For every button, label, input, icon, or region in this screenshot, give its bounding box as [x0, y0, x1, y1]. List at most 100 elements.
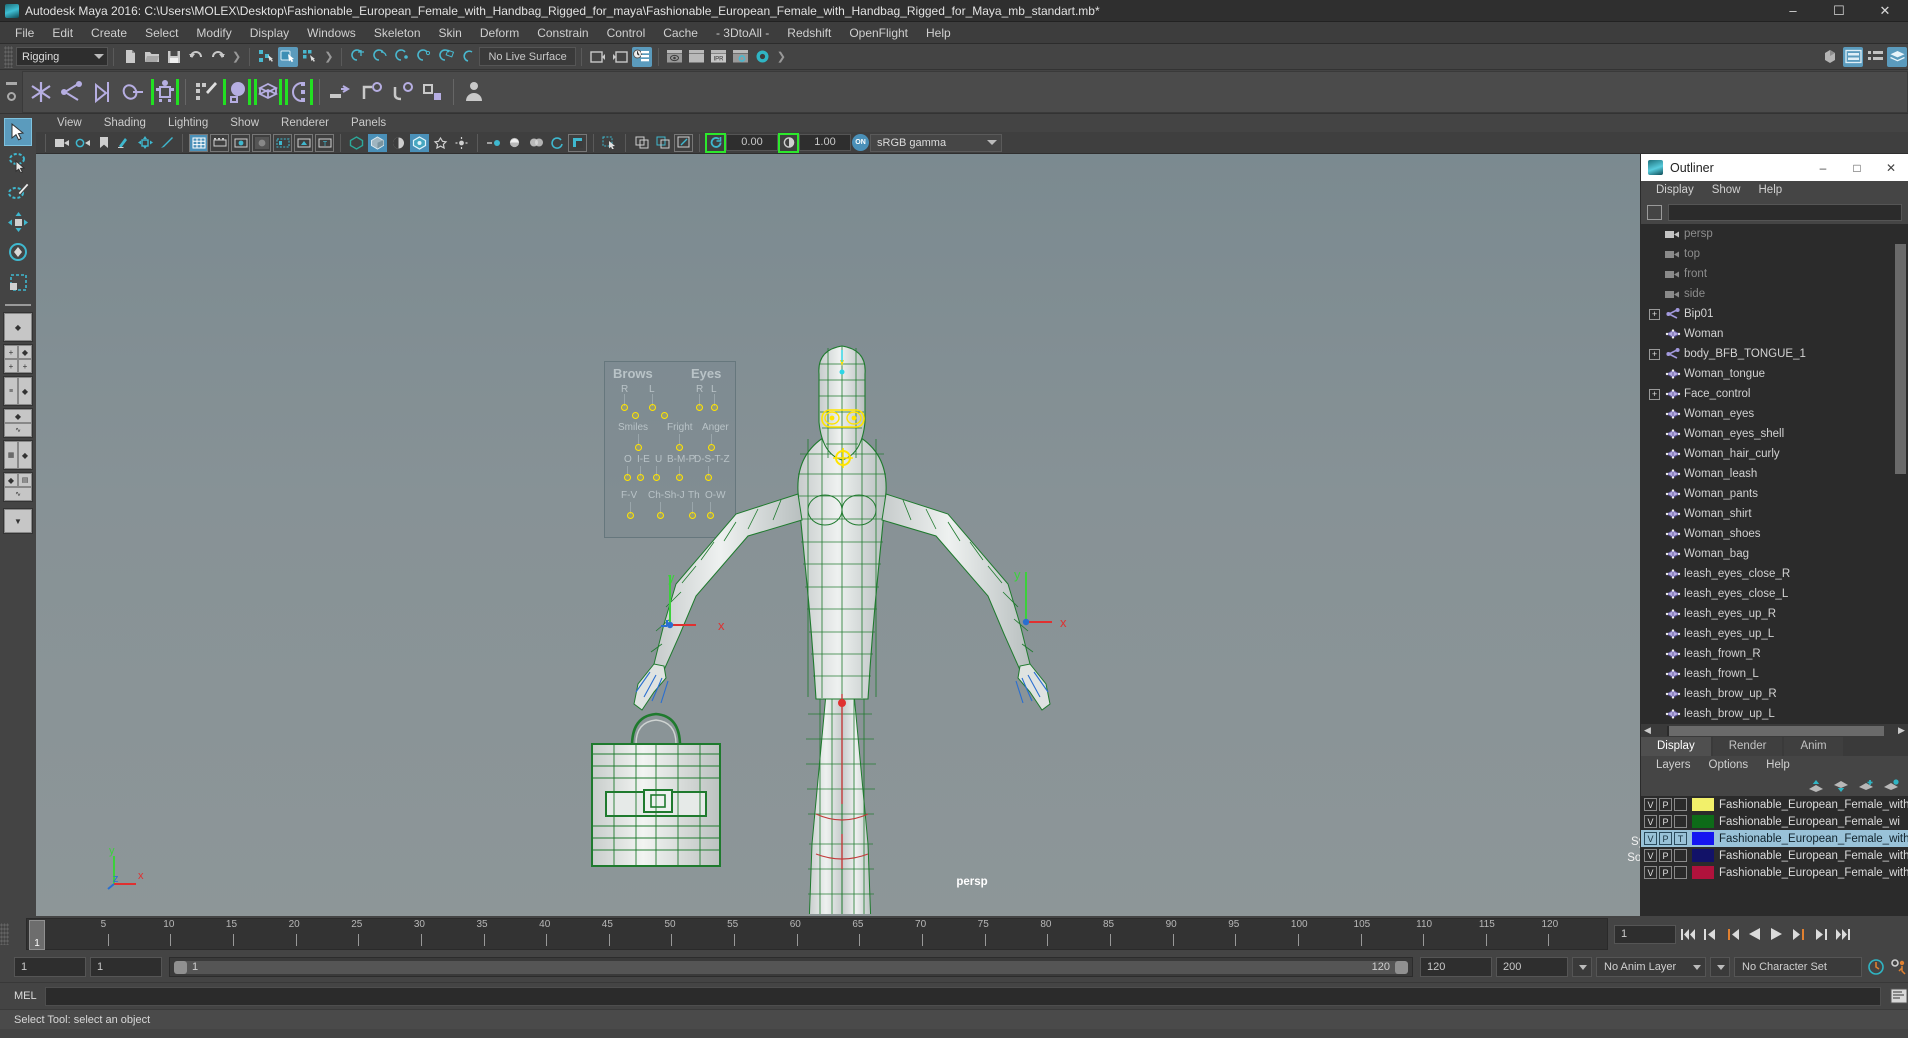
layer-row[interactable]: V P Fashionable_European_Female_with [1641, 864, 1908, 881]
layer-row[interactable]: V P Fashionable_European_Female_with [1641, 847, 1908, 864]
outliner-item[interactable]: Woman_bag [1641, 544, 1908, 564]
color-management-toggle-icon[interactable]: ON [852, 134, 869, 151]
xray-joints-icon[interactable] [294, 133, 313, 152]
layer-row[interactable]: V P T Fashionable_European_Female_with [1641, 830, 1908, 847]
shelf-options[interactable] [0, 71, 22, 113]
snap-to-point-icon[interactable] [392, 47, 412, 67]
use-all-lights-icon[interactable] [410, 133, 429, 152]
rotate-tool-button[interactable] [4, 238, 32, 266]
layer-color-swatch[interactable] [1692, 815, 1714, 828]
outliner-maximize-button[interactable]: □ [1840, 154, 1874, 181]
xray-active-components-icon[interactable]: T [315, 133, 334, 152]
outliner-item[interactable]: Woman_pants [1641, 484, 1908, 504]
film-gate-icon[interactable] [210, 133, 229, 152]
move-layer-down-icon[interactable] [1833, 779, 1850, 793]
menu-windows[interactable]: Windows [298, 22, 365, 44]
layer-p-toggle[interactable]: P [1659, 815, 1672, 828]
parent-constraint-icon[interactable] [325, 75, 355, 109]
panel-menu-show[interactable]: Show [219, 114, 270, 132]
menu-deform[interactable]: Deform [471, 22, 528, 44]
cluster-deform-icon[interactable] [284, 75, 314, 109]
layer-tab-render[interactable]: Render [1712, 737, 1783, 756]
go-to-start-button[interactable] [1679, 923, 1698, 945]
insert-joint-tool-icon[interactable] [119, 75, 149, 109]
layer-p-toggle[interactable]: P [1659, 849, 1672, 862]
new-layer-icon[interactable] [1858, 779, 1875, 793]
smooth-shade-selected-icon[interactable] [389, 134, 408, 152]
ik-handle-tool-icon[interactable] [57, 75, 87, 109]
layer-tab-display[interactable]: Display [1641, 737, 1711, 756]
range-options-dropdown[interactable] [1572, 957, 1592, 977]
layer-v-toggle[interactable]: V [1644, 849, 1657, 862]
bind-skin-icon[interactable] [150, 75, 180, 109]
menu-display[interactable]: Display [241, 22, 298, 44]
show-hide-modeling-toolkit-icon[interactable] [1821, 47, 1841, 67]
menu-select[interactable]: Select [136, 22, 187, 44]
outliner-item[interactable]: leash_frown_R [1641, 644, 1908, 664]
wireframe-shading-icon[interactable] [347, 134, 366, 152]
outliner-item[interactable]: leash_brow_up_L [1641, 704, 1908, 724]
grease-pencil-icon[interactable] [157, 134, 176, 152]
outliner-item[interactable]: + Bip01 [1641, 304, 1908, 324]
isolate-select-icon[interactable] [568, 133, 587, 152]
ik-spline-handle-icon[interactable] [88, 75, 118, 109]
outliner-item[interactable]: leash_eyes_close_L [1641, 584, 1908, 604]
layer-v-toggle[interactable]: V [1644, 815, 1657, 828]
time-slider-track[interactable]: 1 5 10 15 20 25 30 35 40 45 50 55 60 65 70 75 80 85 90 95 1… [26, 918, 1608, 950]
viewport-refresh-icon[interactable] [547, 134, 566, 152]
playback-end-field[interactable]: 120 [1420, 957, 1492, 977]
color-space-selector[interactable]: sRGB gamma [870, 133, 1002, 152]
point-constraint-icon[interactable] [356, 75, 386, 109]
maximize-button[interactable]: ☐ [1816, 0, 1862, 21]
layer-p-toggle[interactable]: P [1659, 798, 1672, 811]
layer-t-toggle[interactable] [1674, 866, 1687, 879]
multisample-aa-icon[interactable] [505, 134, 524, 152]
layer-color-swatch[interactable] [1692, 849, 1714, 862]
new-scene-icon[interactable] [120, 47, 140, 67]
menu-create[interactable]: Create [82, 22, 136, 44]
lasso-tool-button[interactable] [4, 148, 32, 176]
close-button[interactable]: ✕ [1862, 0, 1908, 21]
select-by-component-icon[interactable] [300, 47, 320, 67]
move-tool-button[interactable] [4, 208, 32, 236]
outliner-vertical-scrollbar[interactable] [1895, 226, 1906, 710]
statusline-expand-3[interactable]: ❯ [774, 50, 789, 63]
outliner-item[interactable]: + body_BFB_TONGUE_1 [1641, 344, 1908, 364]
show-hide-attribute-editor-icon[interactable] [1843, 46, 1863, 67]
open-scene-icon[interactable] [142, 47, 162, 67]
step-forward-key-button[interactable] [1789, 923, 1808, 945]
outliner-close-button[interactable]: ✕ [1874, 154, 1908, 181]
outliner-item[interactable]: side [1641, 284, 1908, 304]
layer-t-toggle[interactable] [1674, 849, 1687, 862]
two-d-pan-zoom-icon[interactable] [136, 134, 155, 152]
expand-toggle-icon[interactable]: + [1649, 388, 1660, 400]
outliner-menu-help[interactable]: Help [1750, 181, 1792, 200]
scene-end-field[interactable]: 200 [1496, 957, 1568, 977]
create-joint-icon[interactable] [26, 75, 56, 109]
outliner-item[interactable]: front [1641, 264, 1908, 284]
layout-more-button[interactable]: ▼ [3, 508, 33, 534]
menu-openflight[interactable]: OpenFlight [840, 22, 917, 44]
outliner-minimize-button[interactable]: – [1806, 154, 1840, 181]
viewport-3d[interactable]: Brows Eyes R L R L Smiles Fright Anger O… [36, 154, 1908, 916]
screen-space-ao-icon[interactable] [452, 134, 471, 152]
anim-layer-options-dropdown[interactable] [1710, 957, 1730, 977]
camera-attributes-icon[interactable] [73, 134, 92, 152]
animation-preferences-icon[interactable] [1889, 956, 1908, 978]
smooth-shade-all-icon[interactable] [368, 133, 387, 152]
outliner-item[interactable]: leash_eyes_up_R [1641, 604, 1908, 624]
step-back-key-button[interactable] [1723, 923, 1742, 945]
layer-v-toggle[interactable]: V [1644, 866, 1657, 879]
minimize-button[interactable]: – [1770, 0, 1816, 21]
orient-constraint-icon[interactable] [387, 75, 417, 109]
snap-to-view-plane-icon[interactable] [436, 47, 456, 67]
layer-v-toggle[interactable]: V [1644, 798, 1657, 811]
layout-persp-graph-button[interactable]: ◆ ∿ [3, 408, 33, 438]
new-layer-from-selected-icon[interactable] [1883, 778, 1900, 793]
grid-toggle-icon[interactable] [189, 133, 208, 152]
layout-outliner-persp-button[interactable]: ≡ ◆ [3, 376, 33, 406]
layer-menu-options[interactable]: Options [1700, 756, 1758, 775]
undo-icon[interactable] [186, 47, 206, 67]
exposure-toggle-icon[interactable] [705, 132, 726, 153]
snap-to-projected-center-icon[interactable] [414, 47, 434, 67]
